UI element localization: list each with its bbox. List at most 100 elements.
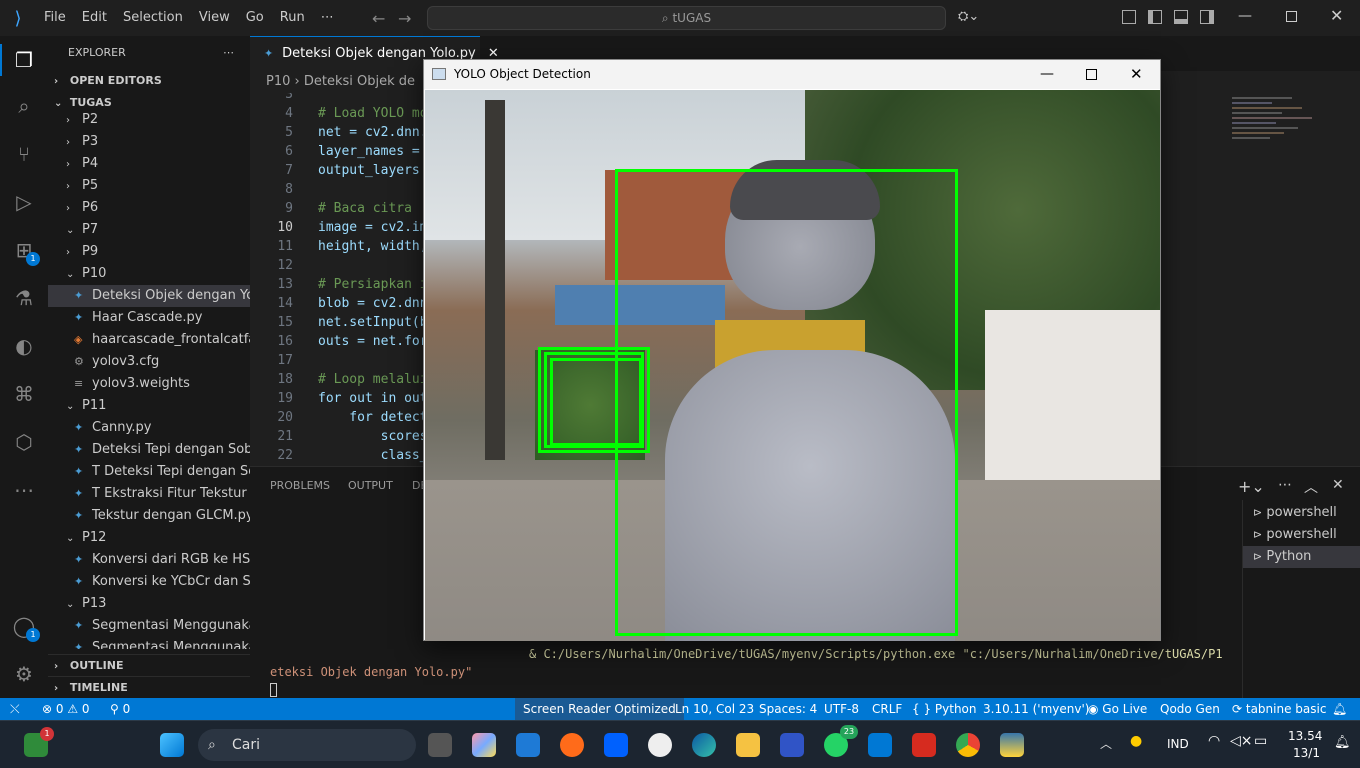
acrobat-icon[interactable]: [912, 733, 936, 757]
folder-item[interactable]: ⌄ P12: [48, 527, 250, 549]
menu-item-view[interactable]: View: [191, 0, 238, 36]
screen-reader-status[interactable]: Screen Reader Optimized: [515, 698, 684, 720]
file-item[interactable]: ✦ Konversi ke YCbCr dan Se.py: [48, 571, 250, 593]
terminal-item-python[interactable]: ⊳ Python: [1243, 546, 1360, 568]
qodo-status[interactable]: Qodo Gen: [1160, 698, 1220, 720]
settings-gear-icon[interactable]: ⚙: [12, 662, 36, 686]
tab-problems[interactable]: PROBLEMS: [270, 479, 330, 492]
maximize-panel-icon[interactable]: ︿: [1304, 477, 1318, 497]
copilot-app-icon[interactable]: [472, 733, 496, 757]
yolo-title-bar[interactable]: YOLO Object Detection — ✕: [424, 60, 1160, 89]
toggle-panel-icon[interactable]: [1174, 10, 1188, 24]
wifi-icon[interactable]: ◠: [1208, 733, 1220, 749]
panel-more-icon[interactable]: ⋯: [1278, 477, 1292, 493]
close-panel-icon[interactable]: ✕: [1332, 477, 1344, 493]
file-item[interactable]: ✦ T Deteksi Tepi dengan Sobel.py: [48, 461, 250, 483]
volume-icon[interactable]: ◁×: [1230, 733, 1253, 749]
layout-customize-icon[interactable]: [1122, 10, 1136, 24]
file-item[interactable]: ✦ Deteksi Objek dengan Yolo.py: [48, 285, 250, 307]
cursor-position[interactable]: Ln 10, Col 23: [675, 698, 754, 720]
minimize-icon[interactable]: —: [1238, 8, 1252, 24]
clock-date[interactable]: 13/1: [1293, 746, 1320, 760]
tab-output[interactable]: OUTPUT: [348, 479, 393, 492]
toggle-sidebar-icon[interactable]: [1148, 10, 1162, 24]
folder-item[interactable]: › P5: [48, 175, 250, 197]
menu-item-run[interactable]: Run: [272, 0, 313, 36]
whatsapp-icon[interactable]: 23: [824, 725, 858, 757]
language-indicator[interactable]: IND: [1167, 737, 1189, 751]
close-icon[interactable]: ✕: [1330, 6, 1343, 25]
file-item[interactable]: ✦ Segmentasi Menggunakan2.py: [48, 637, 250, 649]
forward-arrow-icon[interactable]: →: [398, 9, 411, 28]
language-status[interactable]: { } Python: [912, 698, 977, 720]
more-icon[interactable]: ⋯: [12, 478, 36, 502]
menu-item-edit[interactable]: Edit: [74, 0, 115, 36]
firefox-icon[interactable]: [560, 733, 584, 757]
yolo-maximize-icon[interactable]: [1086, 69, 1097, 80]
tray-chevron-icon[interactable]: ︿: [1100, 735, 1112, 752]
menu-item-go[interactable]: Go: [238, 0, 272, 36]
restore-icon[interactable]: [1286, 11, 1297, 22]
store-icon[interactable]: [516, 733, 540, 757]
python-taskbar-icon[interactable]: [1000, 733, 1024, 757]
menu-item-selection[interactable]: Selection: [115, 0, 191, 36]
task-view-icon[interactable]: [428, 733, 452, 757]
folder-item[interactable]: › P4: [48, 153, 250, 175]
folder-item[interactable]: › P9: [48, 241, 250, 263]
file-item[interactable]: ✦ Canny.py: [48, 417, 250, 439]
battery-icon[interactable]: ▭: [1254, 733, 1267, 749]
edge-icon[interactable]: [692, 733, 716, 757]
menu-item-file[interactable]: File: [36, 0, 74, 36]
clock-time[interactable]: 13.54: [1288, 729, 1322, 743]
file-item[interactable]: ✦ Haar Cascade.py: [48, 307, 250, 329]
python-icon[interactable]: ⌘: [12, 382, 36, 406]
folder-item[interactable]: › P2: [48, 109, 250, 131]
command-center-search[interactable]: ⌕ tUGAS: [427, 6, 946, 30]
encoding-status[interactable]: UTF-8: [824, 698, 859, 720]
folder-item[interactable]: ⌄ P11: [48, 395, 250, 417]
copilot-icon[interactable]: ⛭⌄: [958, 9, 979, 24]
remote-icon[interactable]: ⤬: [10, 698, 20, 720]
open-editors-section[interactable]: › OPEN EDITORS: [48, 70, 250, 92]
vscode-taskbar-icon[interactable]: [868, 733, 892, 757]
notifications-bell-icon[interactable]: 🔔︎: [1332, 698, 1347, 720]
extensions-icon[interactable]: ⊞ 1: [12, 238, 40, 266]
folder-item[interactable]: › P6: [48, 197, 250, 219]
folder-item[interactable]: ⌄ P13: [48, 593, 250, 615]
app-icon[interactable]: [648, 733, 672, 757]
toggle-secondary-sidebar-icon[interactable]: [1200, 10, 1214, 24]
menu-item-more[interactable]: ⋯: [313, 0, 342, 36]
file-item[interactable]: ◈ haarcascade_frontalcatface.xml: [48, 329, 250, 351]
testing-icon[interactable]: ⚗: [12, 286, 36, 310]
interpreter-status[interactable]: 3.10.11 ('myenv'): [983, 698, 1089, 720]
source-control-icon[interactable]: ⑂: [12, 142, 36, 166]
ports-status[interactable]: ⚲ 0: [110, 698, 130, 720]
yolo-minimize-icon[interactable]: —: [1040, 60, 1054, 89]
run-debug-icon[interactable]: ▷: [12, 190, 36, 214]
minimap[interactable]: [1232, 93, 1332, 183]
file-item[interactable]: ✦ Deteksi Tepi dengan Sobel.py: [48, 439, 250, 461]
yolo-window[interactable]: YOLO Object Detection — ✕: [423, 59, 1161, 641]
stocks-widget-icon[interactable]: 1: [24, 727, 54, 757]
explorer-more-icon[interactable]: ⋯: [223, 36, 234, 70]
eol-status[interactable]: CRLF: [872, 698, 902, 720]
yolo-close-icon[interactable]: ✕: [1130, 60, 1143, 89]
notifications-icon[interactable]: 🔔︎: [1334, 735, 1351, 750]
chrome-icon[interactable]: [956, 733, 980, 757]
file-item[interactable]: ≡ yolov3.weights: [48, 373, 250, 395]
terminal-item-powershell-1[interactable]: ⊳ powershell: [1243, 502, 1360, 524]
file-item[interactable]: ✦ Konversi dari RGB ke HSV.py: [48, 549, 250, 571]
taskbar-search[interactable]: ⌕ Cari: [198, 729, 416, 761]
terminal-item-powershell-2[interactable]: ⊳ powershell: [1243, 524, 1360, 546]
back-arrow-icon[interactable]: ←: [372, 9, 385, 28]
timeline-section[interactable]: › TIMELINE: [48, 676, 250, 698]
folder-item[interactable]: ⌄ P10: [48, 263, 250, 285]
tabnine-status[interactable]: ⟳ tabnine basic: [1232, 698, 1326, 720]
app-slash-icon[interactable]: [780, 733, 804, 757]
edge-devtools-icon[interactable]: ◐: [12, 334, 36, 358]
outline-section[interactable]: › OUTLINE: [48, 654, 250, 676]
tray-app-icon[interactable]: ●: [1130, 733, 1142, 749]
file-item[interactable]: ✦ T Ekstraksi Fitur Tekstur M.py: [48, 483, 250, 505]
golive-status[interactable]: ◉ Go Live: [1088, 698, 1147, 720]
file-item[interactable]: ⚙ yolov3.cfg: [48, 351, 250, 373]
